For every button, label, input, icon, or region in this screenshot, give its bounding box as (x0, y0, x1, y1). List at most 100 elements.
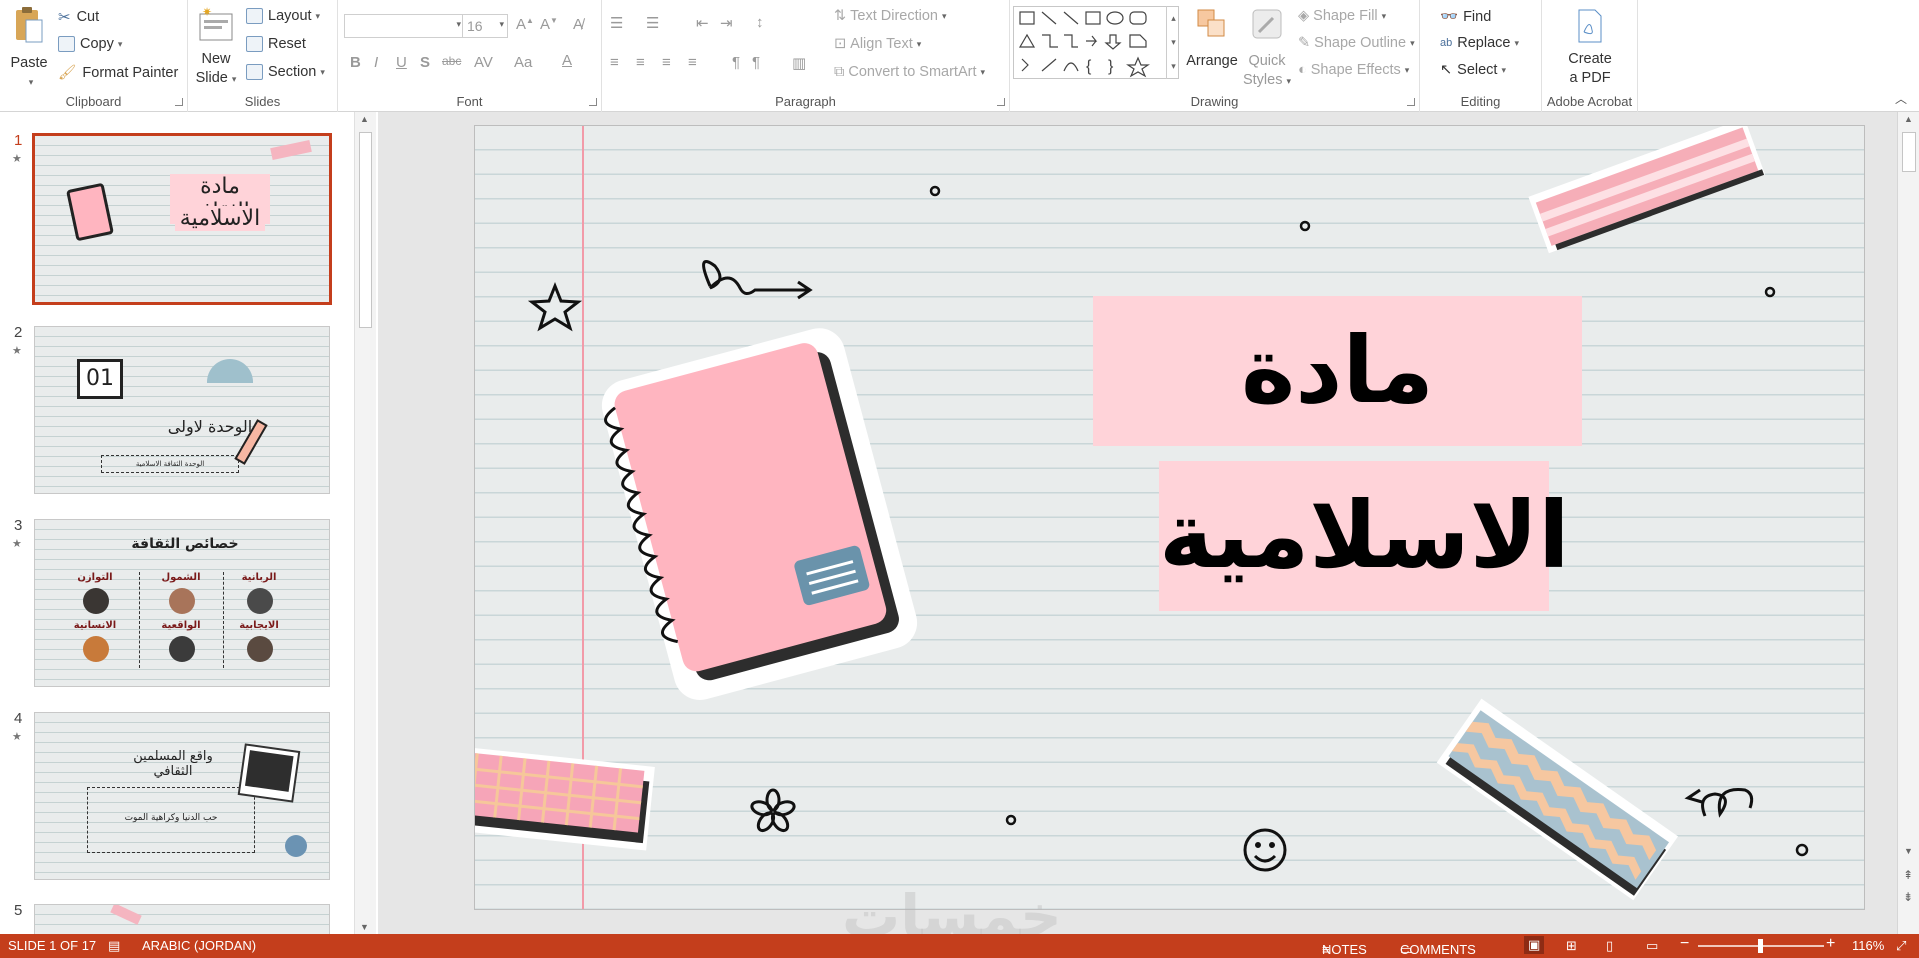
scroll-down-icon[interactable]: ▼ (360, 922, 369, 932)
paragraph-dialog-launcher-icon[interactable] (997, 98, 1005, 106)
character-spacing-icon[interactable]: AV (474, 54, 493, 71)
thumbnail-2-number-box: 01 (77, 359, 123, 399)
thumbnail-scroll-thumb[interactable] (359, 132, 372, 328)
reset-button[interactable]: Reset (246, 36, 306, 52)
drawing-dialog-launcher-icon[interactable] (1407, 98, 1415, 106)
font-color-icon[interactable]: A (562, 52, 572, 69)
replace-label: Replace (1457, 35, 1511, 51)
thumbnail-photo-circle (169, 636, 195, 662)
thumbnail-slide-5[interactable] (34, 904, 330, 934)
align-center-icon[interactable]: ≡ (636, 54, 645, 71)
increase-indent-icon[interactable]: ⇥ (720, 14, 733, 32)
slideshow-view-icon[interactable]: ▭ (1646, 938, 1658, 954)
shadow-icon[interactable]: S (420, 54, 430, 71)
create-pdf-button[interactable]: Create a PDF (1548, 8, 1632, 88)
font-size-combo[interactable]: 16 ▾ (462, 14, 508, 38)
thumbnail-divider (223, 572, 224, 668)
shape-effects-label: Shape Effects (1310, 62, 1401, 78)
thumbnail-globe-icon (285, 835, 307, 857)
zoom-level[interactable]: 116% (1852, 938, 1884, 953)
previous-slide-icon[interactable]: ⇞ (1903, 868, 1913, 882)
copy-label: Copy (80, 36, 114, 52)
clear-formatting-icon[interactable]: A̸ (573, 16, 583, 33)
shapes-gallery[interactable]: {} (1013, 6, 1179, 79)
fit-slide-icon[interactable]: ⤢ (1896, 938, 1906, 954)
quick-styles-button[interactable]: Quick Styles ▾ (1240, 6, 1294, 91)
zoom-out-icon[interactable]: − (1680, 935, 1689, 953)
svg-text:{: { (1086, 58, 1092, 75)
paste-dropdown-icon[interactable]: ▾ (10, 73, 52, 92)
normal-view-icon[interactable]: ▣ (1524, 936, 1545, 954)
arrange-button[interactable]: Arrange (1182, 6, 1242, 71)
align-right-icon[interactable]: ≡ (662, 54, 671, 71)
current-slide-canvas[interactable]: مادة الثقافة الاسلامية (474, 125, 1865, 910)
bullets-icon[interactable]: ☰ (610, 14, 623, 32)
reading-view-icon[interactable]: ▯ (1606, 938, 1613, 954)
thumbnail-slide-3[interactable]: خصائص الثقافة التوازن الشمول الربانية ال… (34, 519, 330, 687)
bold-icon[interactable]: B (350, 54, 361, 71)
shape-outline-button[interactable]: ✎ Shape Outline ▾ (1298, 35, 1415, 51)
copy-dropdown-icon[interactable]: ▾ (118, 39, 123, 50)
select-button[interactable]: ↖ Select ▾ (1440, 62, 1506, 78)
collapse-ribbon-icon[interactable]: ︿ (1895, 90, 1907, 107)
layout-button[interactable]: Layout ▾ (246, 8, 320, 24)
font-size-dropdown-icon[interactable]: ▾ (499, 19, 504, 30)
align-left-icon[interactable]: ≡ (610, 54, 619, 71)
ltr-icon[interactable]: ¶ (732, 54, 740, 71)
zoom-slider-thumb[interactable] (1758, 939, 1763, 953)
shape-effects-button[interactable]: ◐ Shape Effects ▾ (1298, 62, 1409, 78)
reset-icon (246, 36, 263, 52)
increase-font-size-icon[interactable]: A▲ (516, 16, 534, 33)
next-slide-icon[interactable]: ⇟ (1903, 890, 1913, 904)
shape-fill-button[interactable]: ◈ Shape Fill ▾ (1298, 8, 1386, 24)
scroll-up-icon[interactable]: ▲ (1904, 114, 1913, 124)
paragraph-group: ☰ ☰ ⇤ ⇥ ↕ ≡ ≡ ≡ ≡ ¶ ¶ ▥ ⇅ Text Direction… (602, 0, 1010, 112)
font-name-combo[interactable]: ▾ (344, 14, 466, 38)
paste-button[interactable]: Paste ▾ (6, 6, 52, 92)
font-name-dropdown-icon[interactable]: ▾ (456, 19, 461, 30)
shapes-gallery-scroll[interactable]: ▴ ▾ ▾ (1166, 6, 1180, 79)
thumbnail-slide-2[interactable]: 01 الوحدة لاولى الوحدة الثقافة الاسلامية (34, 326, 330, 494)
align-text-icon: ⊡ (834, 36, 847, 52)
format-painter-button[interactable]: 🖌 Format Painter (58, 64, 178, 82)
text-direction-button[interactable]: ⇅ Text Direction ▾ (834, 8, 947, 24)
thumbnail-slide-4[interactable]: واقع المسلمين الثقافي حب الدنيا وكراهية … (34, 712, 330, 880)
select-dropdown-icon: ▾ (1501, 64, 1506, 75)
thumbnail-photo-circle (83, 588, 109, 614)
thumbnail-2-caption: الوحدة الثقافة الاسلامية (101, 455, 239, 473)
zoom-in-icon[interactable]: + (1826, 935, 1835, 953)
underline-icon[interactable]: U (396, 54, 407, 71)
change-case-icon[interactable]: Aa (514, 54, 532, 71)
replace-button[interactable]: ab Replace ▾ (1440, 35, 1519, 51)
thumbnail-slide-1[interactable]: مادة الثقافة الاسلامية (32, 133, 332, 305)
language-indicator[interactable]: ARABIC (JORDAN) (142, 938, 256, 953)
new-slide-dropdown-icon[interactable]: ▾ (232, 74, 237, 84)
editor-scroll-thumb[interactable] (1902, 132, 1916, 172)
thumbnail-scrollbar[interactable]: ▲ ▼ (354, 112, 376, 934)
copy-button[interactable]: Copy ▾ (58, 36, 122, 52)
section-button[interactable]: Section ▾ (246, 64, 325, 80)
text-direction-icon: ⇅ (834, 8, 847, 24)
numbering-icon[interactable]: ☰ (646, 14, 659, 32)
italic-icon[interactable]: I (374, 54, 378, 71)
justify-icon[interactable]: ≡ (688, 54, 697, 71)
find-button[interactable]: 👓 Find (1440, 8, 1491, 26)
line-spacing-icon[interactable]: ↕ (756, 14, 764, 31)
scroll-up-icon[interactable]: ▲ (360, 114, 369, 124)
editor-vertical-scrollbar[interactable]: ▲ ▼ ⇞ ⇟ (1897, 112, 1919, 934)
cut-button[interactable]: ✂ Cut (58, 8, 99, 26)
decrease-indent-icon[interactable]: ⇤ (696, 14, 709, 32)
decrease-font-size-icon[interactable]: A▼ (540, 16, 558, 33)
rtl-icon[interactable]: ¶ (752, 54, 760, 71)
slide-sorter-view-icon[interactable]: ⊞ (1566, 938, 1577, 954)
scroll-down-icon[interactable]: ▼ (1904, 846, 1913, 856)
align-text-button[interactable]: ⊡ Align Text ▾ (834, 36, 921, 52)
font-dialog-launcher-icon[interactable] (589, 98, 597, 106)
spell-check-icon[interactable]: ▤ (108, 938, 120, 954)
convert-smartart-button[interactable]: ⧉ Convert to SmartArt ▾ (834, 64, 985, 80)
clipboard-dialog-launcher-icon[interactable] (175, 98, 183, 106)
thumbnail-3-item: الايجابية (239, 620, 279, 631)
columns-icon[interactable]: ▥ (792, 54, 806, 72)
strikethrough-icon[interactable]: abc (442, 54, 461, 68)
new-slide-button[interactable]: ✷ New Slide ▾ (192, 5, 240, 89)
